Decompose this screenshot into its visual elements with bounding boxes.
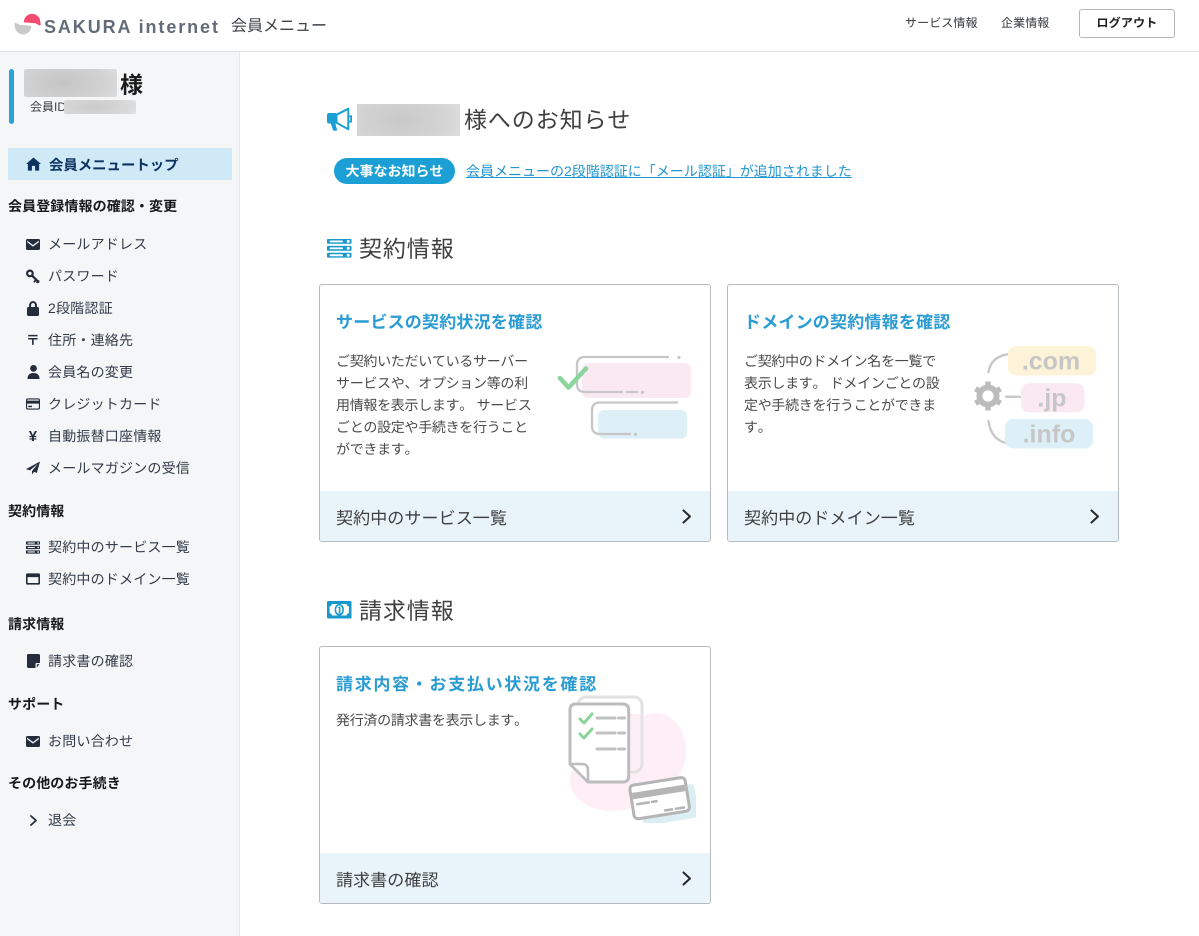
svg-text:.com: .com [1022, 348, 1080, 376]
svg-text:1: 1 [337, 605, 343, 617]
svg-text:.info: .info [1023, 421, 1076, 449]
svg-text:.jp: .jp [1037, 385, 1066, 413]
